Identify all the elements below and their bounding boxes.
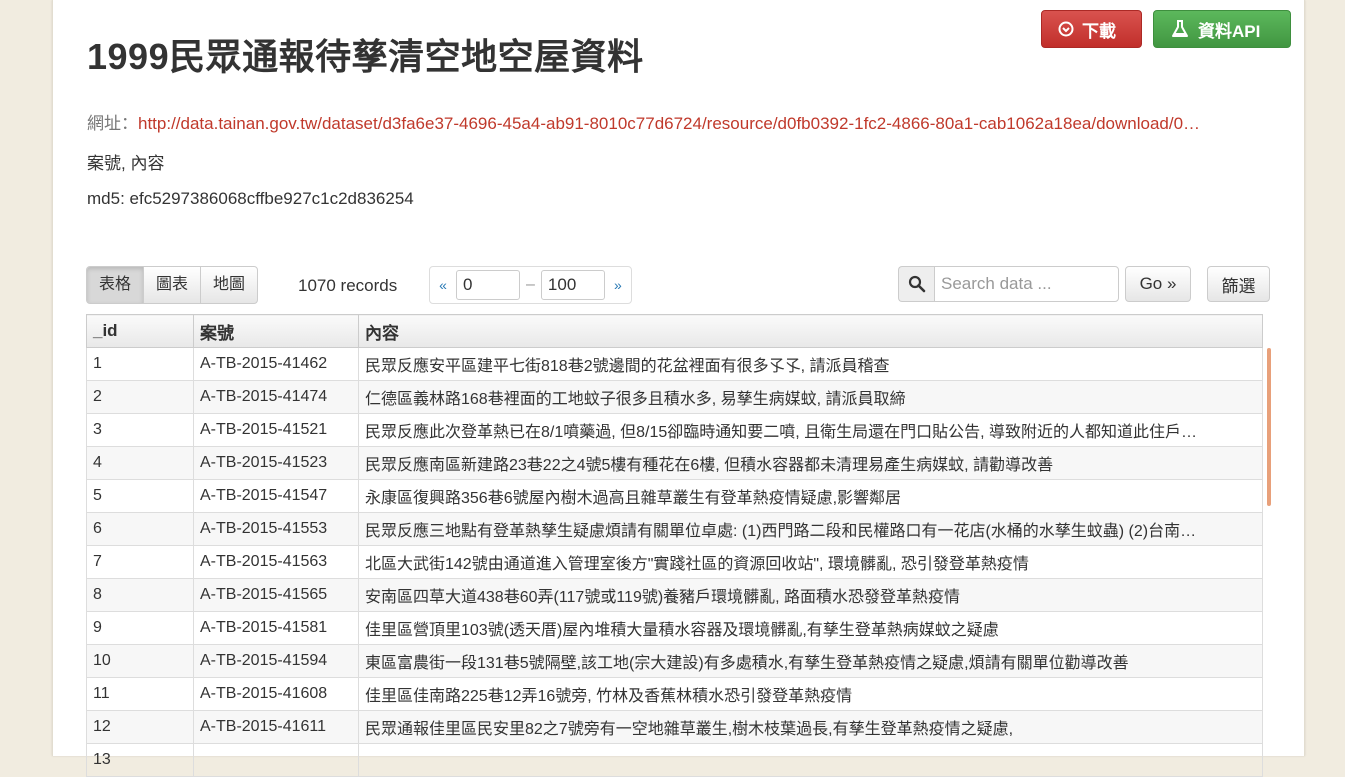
cell-id: 10 xyxy=(86,644,194,678)
cell-content: 民眾反應南區新建路23巷22之4號5樓有種花在6樓, 但積水容器都未清理易產生病… xyxy=(358,446,1263,480)
table-body: 1 A-TB-2015-41462 民眾反應安平區建平七街818巷2號邊間的花盆裡面… xyxy=(86,347,1263,777)
filter-button[interactable]: 篩選 xyxy=(1207,266,1270,302)
cell-id: 2 xyxy=(86,380,194,414)
pager-dash: – xyxy=(526,276,535,293)
cell-case-no: A-TB-2015-41594 xyxy=(193,644,359,678)
view-map-button[interactable]: 地圖 xyxy=(201,267,257,303)
cell-content: 永康區復興路356巷6號屋內樹木過高且雜草叢生有登革熱疫情疑慮,影響鄰居 xyxy=(358,479,1263,513)
cell-case-no: A-TB-2015-41553 xyxy=(193,512,359,546)
download-circle-icon xyxy=(1058,21,1074,37)
cell-case-no: A-TB-2015-41474 xyxy=(193,380,359,414)
table-row[interactable]: 6 A-TB-2015-41553 民眾反應三地點有登革熱孳生疑慮煩請有關單位卓處:… xyxy=(86,512,1263,546)
cell-id: 7 xyxy=(86,545,194,579)
cell-case-no: A-TB-2015-41611 xyxy=(193,710,359,744)
table-row[interactable]: 2 A-TB-2015-41474 仁德區義林路168巷裡面的工地蚊子很多且積水多,… xyxy=(86,380,1263,414)
flask-icon xyxy=(1172,20,1188,37)
prev-page-button[interactable]: « xyxy=(430,267,456,303)
cell-case-no: A-TB-2015-41565 xyxy=(193,578,359,612)
cell-case-no: A-TB-2015-41462 xyxy=(193,347,359,381)
cell-content: 佳里區營頂里103號(透天厝)屋內堆積大量積水容器及環境髒亂,有孳生登革熱病媒蚊… xyxy=(358,611,1263,645)
cell-content: 民眾反應安平區建平七街818巷2號邊間的花盆裡面有很多孓孓, 請派員稽查 xyxy=(358,347,1263,381)
cell-id: 12 xyxy=(86,710,194,744)
table-row[interactable]: 1 A-TB-2015-41462 民眾反應安平區建平七街818巷2號邊間的花盆裡面… xyxy=(86,347,1263,381)
resource-url-link[interactable]: http://data.tainan.gov.tw/dataset/d3fa6e… xyxy=(138,114,1200,133)
data-table: _id 案號 內容 1 A-TB-2015-41462 民眾反應安平區建平七街818… xyxy=(86,314,1263,777)
table-row[interactable]: 9 A-TB-2015-41581 佳里區營頂里103號(透天厝)屋內堆積大量積水容… xyxy=(86,611,1263,645)
md5-hash: md5: efc5297386068cffbe927c1c2d836254 xyxy=(87,189,414,208)
resource-url-line: 網址：http://data.tainan.gov.tw/dataset/d3f… xyxy=(87,109,1267,134)
data-api-label: 資料API xyxy=(1198,21,1261,41)
dataset-page: 1999民眾通報待孳清空地空屋資料 下載 資料API 網址：http://dat… xyxy=(52,0,1305,777)
record-count: 1070 records xyxy=(298,276,398,295)
url-label: 網址： xyxy=(87,114,138,133)
cell-content: 安南區四草大道438巷60弄(117號或119號)養豬戶環境髒亂, 路面積水恐發… xyxy=(358,578,1263,612)
table-row[interactable]: 5 A-TB-2015-41547 永康區復興路356巷6號屋內樹木過高且雜草叢生有… xyxy=(86,479,1263,513)
download-label: 下載 xyxy=(1082,21,1116,41)
cell-id: 5 xyxy=(86,479,194,513)
table-row[interactable]: 11 A-TB-2015-41608 佳里區佳南路225巷12弄16號旁, 竹林及香… xyxy=(86,677,1263,711)
table-header-row: _id 案號 內容 xyxy=(86,314,1263,348)
cell-content: 北區大武街142號由通道進入管理室後方"實踐社區的資源回收站", 環境髒亂, 恐… xyxy=(358,545,1263,579)
grid-scrollbar[interactable] xyxy=(1267,348,1271,506)
cell-content: 佳里區佳南路225巷12弄16號旁, 竹林及香蕉林積水恐引發登革熱疫情 xyxy=(358,677,1263,711)
cell-id: 11 xyxy=(86,677,194,711)
column-header-case-no[interactable]: 案號 xyxy=(193,314,359,348)
view-graph-button[interactable]: 圖表 xyxy=(144,267,202,303)
search-go-button[interactable]: Go » xyxy=(1125,266,1191,302)
pager: « – » xyxy=(429,266,632,304)
cell-content xyxy=(358,743,1263,777)
cell-id: 13 xyxy=(86,743,194,777)
cell-case-no: A-TB-2015-41547 xyxy=(193,479,359,513)
pager-to-input[interactable] xyxy=(540,270,605,300)
data-grid: _id 案號 內容 1 A-TB-2015-41462 民眾反應安平區建平七街818… xyxy=(86,314,1263,777)
cell-case-no: A-TB-2015-41521 xyxy=(193,413,359,447)
table-row[interactable]: 10 A-TB-2015-41594 東區富農街一段131巷5號隔壁,該工地(宗大建… xyxy=(86,644,1263,678)
cell-case-no: A-TB-2015-41523 xyxy=(193,446,359,480)
cell-content: 民眾通報佳里區民安里82之7號旁有一空地雜草叢生,樹木枝葉過長,有孳生登革熱疫情… xyxy=(358,710,1263,744)
cell-case-no xyxy=(193,743,359,777)
cell-case-no: A-TB-2015-41563 xyxy=(193,545,359,579)
table-row[interactable]: 12 A-TB-2015-41611 民眾通報佳里區民安里82之7號旁有一空地雜草叢… xyxy=(86,710,1263,744)
cell-content: 仁德區義林路168巷裡面的工地蚊子很多且積水多, 易孳生病媒蚊, 請派員取締 xyxy=(358,380,1263,414)
table-row[interactable]: 3 A-TB-2015-41521 民眾反應此次登革熱已在8/1噴藥過, 但8/15… xyxy=(86,413,1263,447)
cell-id: 1 xyxy=(86,347,194,381)
table-row[interactable]: 8 A-TB-2015-41565 安南區四草大道438巷60弄(117號或119號… xyxy=(86,578,1263,612)
cell-id: 4 xyxy=(86,446,194,480)
search-icon xyxy=(898,266,934,302)
view-switcher: 表格 圖表 地圖 xyxy=(86,266,259,304)
table-row[interactable]: 4 A-TB-2015-41523 民眾反應南區新建路23巷22之4號5樓有種花在6… xyxy=(86,446,1263,480)
cell-case-no: A-TB-2015-41581 xyxy=(193,611,359,645)
cell-id: 8 xyxy=(86,578,194,612)
data-api-button[interactable]: 資料API xyxy=(1153,10,1291,48)
column-header-content[interactable]: 內容 xyxy=(358,314,1263,348)
data-toolbar: 表格 圖表 地圖 1070 records « – » Go » 篩選 xyxy=(86,266,1271,304)
field-list: 案號, 內容 xyxy=(87,154,165,173)
cell-case-no: A-TB-2015-41608 xyxy=(193,677,359,711)
table-row[interactable]: 13 xyxy=(86,743,1263,777)
next-page-button[interactable]: » xyxy=(605,267,631,303)
cell-content: 民眾反應三地點有登革熱孳生疑慮煩請有關單位卓處: (1)西門路二段和民權路口有一… xyxy=(358,512,1263,546)
search-box xyxy=(898,266,1119,302)
view-grid-button[interactable]: 表格 xyxy=(87,267,145,303)
table-row[interactable]: 7 A-TB-2015-41563 北區大武街142號由通道進入管理室後方"實踐社區… xyxy=(86,545,1263,579)
search-input[interactable] xyxy=(934,266,1119,302)
cell-id: 6 xyxy=(86,512,194,546)
cell-content: 東區富農街一段131巷5號隔壁,該工地(宗大建設)有多處積水,有孳生登革熱疫情之… xyxy=(358,644,1263,678)
pager-from-input[interactable] xyxy=(456,270,520,300)
page-title: 1999民眾通報待孳清空地空屋資料 xyxy=(87,36,644,77)
cell-content: 民眾反應此次登革熱已在8/1噴藥過, 但8/15卻臨時通知要二噴, 且衛生局還在… xyxy=(358,413,1263,447)
column-header-id[interactable]: _id xyxy=(86,314,194,348)
cell-id: 9 xyxy=(86,611,194,645)
cell-id: 3 xyxy=(86,413,194,447)
download-button[interactable]: 下載 xyxy=(1041,10,1142,48)
